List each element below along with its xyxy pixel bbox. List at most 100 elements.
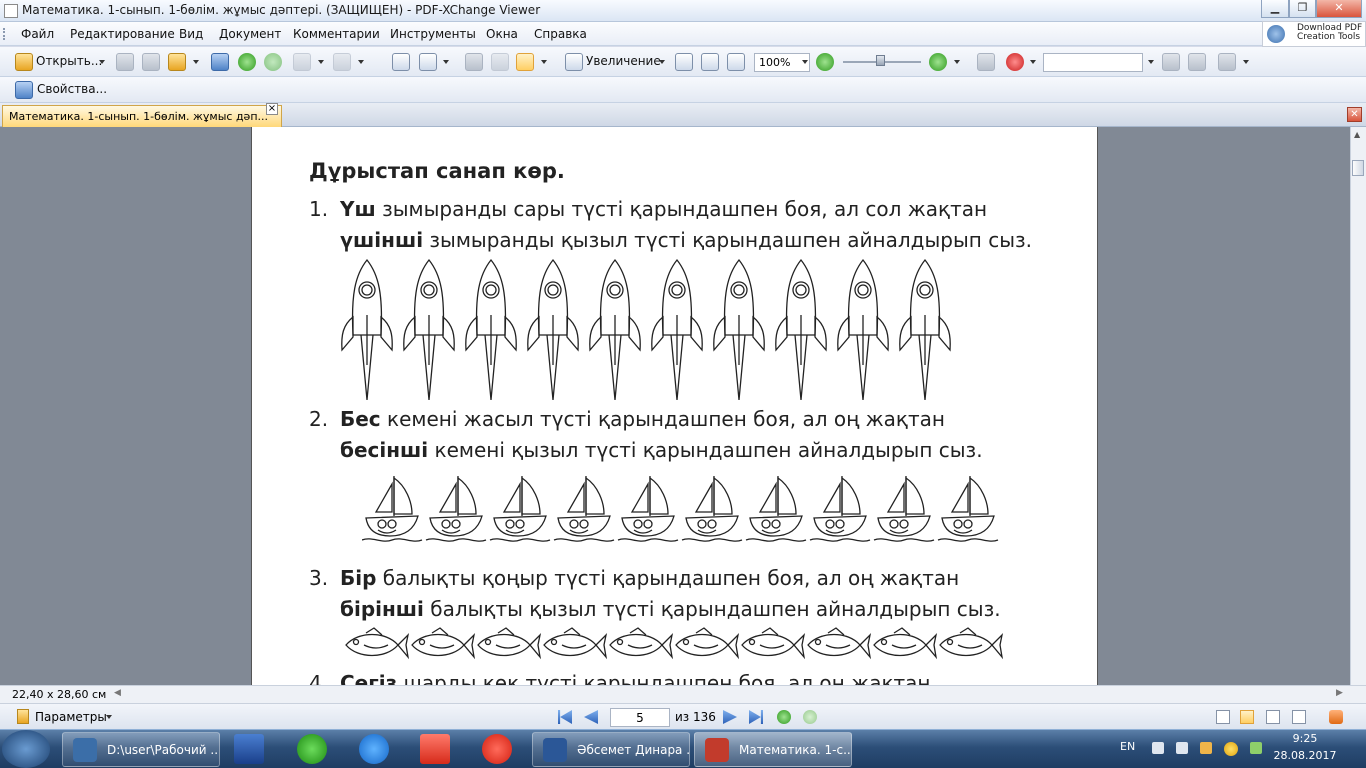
scrollbar-thumb[interactable] <box>1352 160 1364 176</box>
document-tab[interactable]: Математика. 1-сынып. 1-бөлім. жұмыс дәп.… <box>2 105 282 127</box>
close-button[interactable]: ✕ <box>1316 0 1362 18</box>
tray-green-icon[interactable] <box>1250 742 1262 754</box>
volume-icon[interactable] <box>1152 742 1164 754</box>
fish-illustration <box>807 627 872 660</box>
undo-dropdown-icon[interactable] <box>318 60 324 64</box>
zoom-in-icon[interactable] <box>929 53 947 71</box>
find-prev-icon[interactable] <box>1162 53 1180 71</box>
properties-button-label[interactable]: Свойства... <box>37 82 107 96</box>
print-icon[interactable] <box>142 53 160 71</box>
actual-size-icon[interactable] <box>675 53 693 71</box>
minimize-button[interactable]: ▁ <box>1261 0 1289 18</box>
start-button[interactable] <box>2 730 50 768</box>
zoom-tool-dropdown-icon[interactable] <box>659 60 665 64</box>
select-dropdown-icon[interactable] <box>541 60 547 64</box>
taskbar-z-app-icon[interactable] <box>359 734 389 764</box>
options-icon[interactable] <box>17 709 29 724</box>
boat-illustration <box>489 476 551 542</box>
taskbar-word[interactable]: Әбсемет Динара ... <box>532 732 690 767</box>
email-icon[interactable] <box>168 53 186 71</box>
options-dropdown-icon[interactable] <box>106 715 112 719</box>
taskbar-agent-icon[interactable] <box>297 734 327 764</box>
menu-view[interactable]: Вид <box>179 27 203 41</box>
last-page-icon[interactable] <box>749 710 763 724</box>
open-button-label[interactable]: Открыть... <box>36 54 102 68</box>
undo-icon[interactable] <box>293 53 311 71</box>
hand-tool-icon[interactable] <box>465 53 483 71</box>
redo-dropdown-icon[interactable] <box>358 60 364 64</box>
copy-page-icon[interactable] <box>392 53 410 71</box>
menu-tools[interactable]: Инструменты <box>390 27 476 41</box>
zoom-in-dropdown-icon[interactable] <box>954 60 960 64</box>
pane-close-icon[interactable]: ✕ <box>1347 107 1362 122</box>
document-view[interactable]: Дұрыстап санап көр. 1. Үш зымыранды сары … <box>0 127 1350 685</box>
menu-windows[interactable]: Окна <box>486 27 518 41</box>
boat-illustration <box>617 476 679 542</box>
next-page-icon[interactable] <box>723 710 737 724</box>
system-clock[interactable]: 9:25 28.08.2017 <box>1272 730 1338 764</box>
language-indicator[interactable]: EN <box>1120 740 1135 753</box>
find-next-icon[interactable] <box>1188 53 1206 71</box>
forward-icon[interactable] <box>264 53 282 71</box>
save-icon[interactable] <box>116 53 134 71</box>
first-page-icon[interactable] <box>558 710 572 724</box>
taskbar-word-label: Әбсемет Динара ... <box>577 743 690 757</box>
hscroll-right-icon[interactable]: ▶ <box>1336 688 1343 698</box>
taskbar-yandex-browser-icon[interactable] <box>482 734 512 764</box>
continuous-page-icon[interactable] <box>1240 710 1254 724</box>
facing-pages-icon[interactable] <box>1266 710 1280 724</box>
taskbar-save-app-icon[interactable] <box>234 734 264 764</box>
zoom-out-icon[interactable] <box>816 53 834 71</box>
menu-file[interactable]: Файл <box>21 27 54 41</box>
page-number-input[interactable]: 5 <box>610 708 670 727</box>
fit-width-icon[interactable] <box>727 53 745 71</box>
zoom-tool-icon[interactable] <box>565 53 583 71</box>
ask-icon[interactable] <box>1006 53 1024 71</box>
tray-app-icon[interactable] <box>1200 742 1212 754</box>
options-button-label[interactable]: Параметры <box>35 710 107 724</box>
menu-help[interactable]: Справка <box>534 27 587 41</box>
zoom-slider-thumb[interactable] <box>876 55 885 66</box>
menu-edit[interactable]: Редактирование <box>70 27 175 41</box>
annotate-icon[interactable] <box>1329 710 1343 724</box>
previous-page-icon[interactable] <box>584 710 598 724</box>
export-icon[interactable] <box>419 53 437 71</box>
taskbar-pdf-viewer[interactable]: Математика. 1-с... <box>694 732 852 767</box>
taskbar-explorer[interactable]: D:\user\Рабочий ... <box>62 732 220 767</box>
zoom-level-dropdown-icon[interactable] <box>802 60 808 64</box>
export-dropdown-icon[interactable] <box>443 60 449 64</box>
taskbar-yandex-icon[interactable] <box>420 734 450 764</box>
open-icon[interactable] <box>15 53 33 71</box>
search-dropdown-icon[interactable] <box>1148 60 1154 64</box>
filter-icon[interactable] <box>1218 53 1236 71</box>
window-title: Математика. 1-сынып. 1-бөлім. жұмыс дәпт… <box>22 3 541 17</box>
search-input[interactable] <box>1043 53 1143 72</box>
select-text-icon[interactable] <box>516 53 534 71</box>
tab-close-icon[interactable]: × <box>266 103 278 115</box>
menu-comments[interactable]: Комментарии <box>293 27 380 41</box>
filter-dropdown-icon[interactable] <box>1243 60 1249 64</box>
properties-icon[interactable] <box>15 81 33 99</box>
snapshot-icon[interactable] <box>491 53 509 71</box>
forward-view-icon[interactable] <box>803 710 817 724</box>
fit-page-icon[interactable] <box>701 53 719 71</box>
find-icon[interactable] <box>211 53 229 71</box>
email-dropdown-icon[interactable] <box>193 60 199 64</box>
download-pdf-tools-button[interactable]: Download PDF Creation Tools <box>1262 21 1366 47</box>
redo-icon[interactable] <box>333 53 351 71</box>
zoom-tool-label[interactable]: Увеличение <box>586 54 661 68</box>
vertical-scrollbar[interactable]: ▲ <box>1350 127 1366 685</box>
continuous-facing-icon[interactable] <box>1292 710 1306 724</box>
back-view-icon[interactable] <box>777 710 791 724</box>
scroll-up-icon[interactable]: ▲ <box>1354 130 1360 139</box>
ask-dropdown-icon[interactable] <box>1030 60 1036 64</box>
restore-button[interactable]: ❐ <box>1289 0 1316 18</box>
hscroll-left-icon[interactable]: ◀ <box>114 688 121 698</box>
tray-yellow-icon[interactable] <box>1224 742 1238 756</box>
menu-document[interactable]: Документ <box>219 27 281 41</box>
network-icon[interactable] <box>1176 742 1188 754</box>
open-dropdown-icon[interactable] <box>99 60 105 64</box>
single-page-icon[interactable] <box>1216 710 1230 724</box>
view-glasses-icon[interactable] <box>977 53 995 71</box>
back-icon[interactable] <box>238 53 256 71</box>
